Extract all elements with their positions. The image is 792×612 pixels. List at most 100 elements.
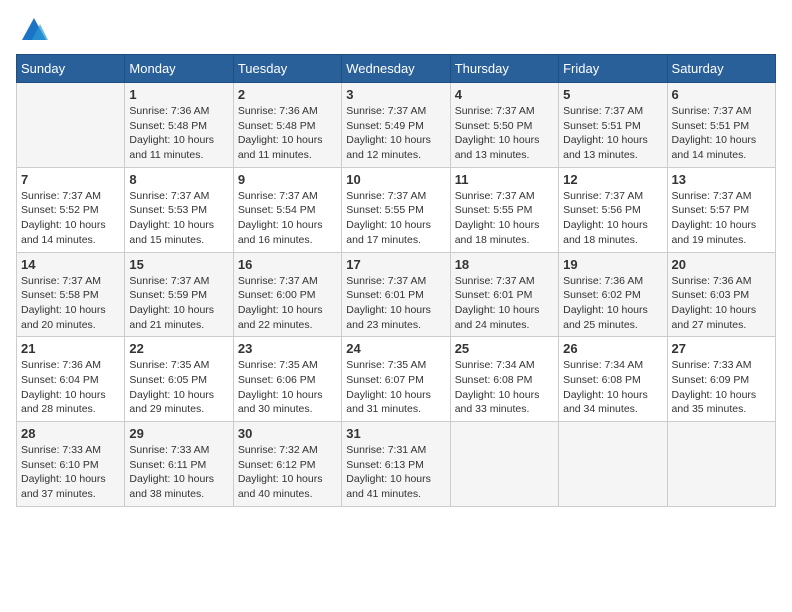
day-number: 7: [21, 172, 120, 187]
calendar-cell: 27 Sunrise: 7:33 AMSunset: 6:09 PMDayligh…: [667, 337, 775, 422]
day-number: 17: [346, 257, 445, 272]
week-row-2: 7 Sunrise: 7:37 AMSunset: 5:52 PMDaylight…: [17, 167, 776, 252]
day-number: 5: [563, 87, 662, 102]
day-number: 19: [563, 257, 662, 272]
day-number: 27: [672, 341, 771, 356]
calendar-cell: 8Sunrise: 7:37 AMSunset: 5:53 PMDaylight…: [125, 167, 233, 252]
day-info: Sunrise: 7:35 AMSunset: 6:07 PMDaylight:…: [346, 358, 445, 417]
day-info: Sunrise: 7:37 AMSunset: 5:52 PMDaylight:…: [21, 189, 120, 248]
day-info: Sunrise: 7:37 AMSunset: 5:59 PMDaylight:…: [129, 274, 228, 333]
calendar-cell: 12Sunrise: 7:37 AMSunset: 5:56 PMDayligh…: [559, 167, 667, 252]
day-number: 3: [346, 87, 445, 102]
day-number: 10: [346, 172, 445, 187]
calendar-cell: 21Sunrise: 7:36 AMSunset: 6:04 PMDayligh…: [17, 337, 125, 422]
calendar-body: 1 Sunrise: 7:36 AMSunset: 5:48 PMDaylight…: [17, 83, 776, 507]
day-number: 26: [563, 341, 662, 356]
calendar-cell: 19 Sunrise: 7:36 AMSunset: 6:02 PMDayligh…: [559, 252, 667, 337]
day-number: 18: [455, 257, 554, 272]
calendar-cell: 30 Sunrise: 7:32 AMSunset: 6:12 PMDayligh…: [233, 422, 341, 507]
day-number: 16: [238, 257, 337, 272]
calendar-cell: [17, 83, 125, 168]
header-row: SundayMondayTuesdayWednesdayThursdayFrid…: [17, 55, 776, 83]
day-info: Sunrise: 7:37 AMSunset: 5:51 PMDaylight:…: [672, 104, 771, 163]
day-info: Sunrise: 7:37 AMSunset: 5:55 PMDaylight:…: [455, 189, 554, 248]
calendar-cell: 18 Sunrise: 7:37 AMSunset: 6:01 PMDayligh…: [450, 252, 558, 337]
week-row-4: 21Sunrise: 7:36 AMSunset: 6:04 PMDayligh…: [17, 337, 776, 422]
header-day-tuesday: Tuesday: [233, 55, 341, 83]
calendar-cell: 9 Sunrise: 7:37 AMSunset: 5:54 PMDaylight…: [233, 167, 341, 252]
day-number: 1: [129, 87, 228, 102]
day-info: Sunrise: 7:34 AMSunset: 6:08 PMDaylight:…: [455, 358, 554, 417]
day-info: Sunrise: 7:37 AMSunset: 6:01 PMDaylight:…: [346, 274, 445, 333]
day-number: 28: [21, 426, 120, 441]
header-day-thursday: Thursday: [450, 55, 558, 83]
page-header: [16, 16, 776, 44]
day-info: Sunrise: 7:35 AMSunset: 6:06 PMDaylight:…: [238, 358, 337, 417]
day-info: Sunrise: 7:37 AMSunset: 5:50 PMDaylight:…: [455, 104, 554, 163]
calendar-cell: 4 Sunrise: 7:37 AMSunset: 5:50 PMDaylight…: [450, 83, 558, 168]
calendar-cell: 13 Sunrise: 7:37 AMSunset: 5:57 PMDayligh…: [667, 167, 775, 252]
day-number: 8: [129, 172, 228, 187]
calendar-cell: [667, 422, 775, 507]
calendar-cell: 10Sunrise: 7:37 AMSunset: 5:55 PMDayligh…: [342, 167, 450, 252]
day-info: Sunrise: 7:37 AMSunset: 5:54 PMDaylight:…: [238, 189, 337, 248]
day-info: Sunrise: 7:37 AMSunset: 5:57 PMDaylight:…: [672, 189, 771, 248]
day-number: 13: [672, 172, 771, 187]
day-info: Sunrise: 7:36 AMSunset: 6:02 PMDaylight:…: [563, 274, 662, 333]
calendar-cell: 31 Sunrise: 7:31 AMSunset: 6:13 PMDayligh…: [342, 422, 450, 507]
calendar-cell: 29Sunrise: 7:33 AMSunset: 6:11 PMDayligh…: [125, 422, 233, 507]
day-info: Sunrise: 7:31 AMSunset: 6:13 PMDaylight:…: [346, 443, 445, 502]
calendar-cell: 11Sunrise: 7:37 AMSunset: 5:55 PMDayligh…: [450, 167, 558, 252]
calendar-cell: 5 Sunrise: 7:37 AMSunset: 5:51 PMDaylight…: [559, 83, 667, 168]
header-day-wednesday: Wednesday: [342, 55, 450, 83]
calendar-cell: [559, 422, 667, 507]
logo-icon: [20, 16, 48, 44]
day-info: Sunrise: 7:32 AMSunset: 6:12 PMDaylight:…: [238, 443, 337, 502]
day-number: 4: [455, 87, 554, 102]
day-info: Sunrise: 7:36 AMSunset: 5:48 PMDaylight:…: [238, 104, 337, 163]
calendar-cell: 20 Sunrise: 7:36 AMSunset: 6:03 PMDayligh…: [667, 252, 775, 337]
calendar-cell: 28 Sunrise: 7:33 AMSunset: 6:10 PMDayligh…: [17, 422, 125, 507]
calendar-header: SundayMondayTuesdayWednesdayThursdayFrid…: [17, 55, 776, 83]
day-info: Sunrise: 7:36 AMSunset: 6:03 PMDaylight:…: [672, 274, 771, 333]
week-row-3: 14Sunrise: 7:37 AMSunset: 5:58 PMDayligh…: [17, 252, 776, 337]
calendar-cell: 7 Sunrise: 7:37 AMSunset: 5:52 PMDaylight…: [17, 167, 125, 252]
day-number: 9: [238, 172, 337, 187]
calendar-cell: 22Sunrise: 7:35 AMSunset: 6:05 PMDayligh…: [125, 337, 233, 422]
week-row-1: 1 Sunrise: 7:36 AMSunset: 5:48 PMDaylight…: [17, 83, 776, 168]
calendar-cell: 2 Sunrise: 7:36 AMSunset: 5:48 PMDaylight…: [233, 83, 341, 168]
calendar-cell: 26 Sunrise: 7:34 AMSunset: 6:08 PMDayligh…: [559, 337, 667, 422]
calendar-cell: 15 Sunrise: 7:37 AMSunset: 5:59 PMDayligh…: [125, 252, 233, 337]
day-number: 21: [21, 341, 120, 356]
calendar-cell: 14Sunrise: 7:37 AMSunset: 5:58 PMDayligh…: [17, 252, 125, 337]
day-info: Sunrise: 7:34 AMSunset: 6:08 PMDaylight:…: [563, 358, 662, 417]
day-number: 31: [346, 426, 445, 441]
day-info: Sunrise: 7:33 AMSunset: 6:10 PMDaylight:…: [21, 443, 120, 502]
day-info: Sunrise: 7:33 AMSunset: 6:11 PMDaylight:…: [129, 443, 228, 502]
calendar-cell: [450, 422, 558, 507]
day-number: 15: [129, 257, 228, 272]
calendar-cell: 23Sunrise: 7:35 AMSunset: 6:06 PMDayligh…: [233, 337, 341, 422]
day-info: Sunrise: 7:37 AMSunset: 5:51 PMDaylight:…: [563, 104, 662, 163]
day-number: 24: [346, 341, 445, 356]
header-day-saturday: Saturday: [667, 55, 775, 83]
header-day-monday: Monday: [125, 55, 233, 83]
calendar-cell: 1 Sunrise: 7:36 AMSunset: 5:48 PMDaylight…: [125, 83, 233, 168]
day-number: 25: [455, 341, 554, 356]
calendar-cell: 3 Sunrise: 7:37 AMSunset: 5:49 PMDaylight…: [342, 83, 450, 168]
day-info: Sunrise: 7:37 AMSunset: 5:56 PMDaylight:…: [563, 189, 662, 248]
day-info: Sunrise: 7:36 AMSunset: 5:48 PMDaylight:…: [129, 104, 228, 163]
calendar-cell: 16Sunrise: 7:37 AMSunset: 6:00 PMDayligh…: [233, 252, 341, 337]
day-info: Sunrise: 7:37 AMSunset: 6:01 PMDaylight:…: [455, 274, 554, 333]
calendar-table: SundayMondayTuesdayWednesdayThursdayFrid…: [16, 54, 776, 507]
day-number: 20: [672, 257, 771, 272]
logo: [16, 16, 48, 44]
day-number: 2: [238, 87, 337, 102]
day-info: Sunrise: 7:37 AMSunset: 5:58 PMDaylight:…: [21, 274, 120, 333]
calendar-cell: 25 Sunrise: 7:34 AMSunset: 6:08 PMDayligh…: [450, 337, 558, 422]
day-info: Sunrise: 7:33 AMSunset: 6:09 PMDaylight:…: [672, 358, 771, 417]
day-number: 30: [238, 426, 337, 441]
week-row-5: 28 Sunrise: 7:33 AMSunset: 6:10 PMDayligh…: [17, 422, 776, 507]
day-number: 22: [129, 341, 228, 356]
day-info: Sunrise: 7:37 AMSunset: 5:49 PMDaylight:…: [346, 104, 445, 163]
